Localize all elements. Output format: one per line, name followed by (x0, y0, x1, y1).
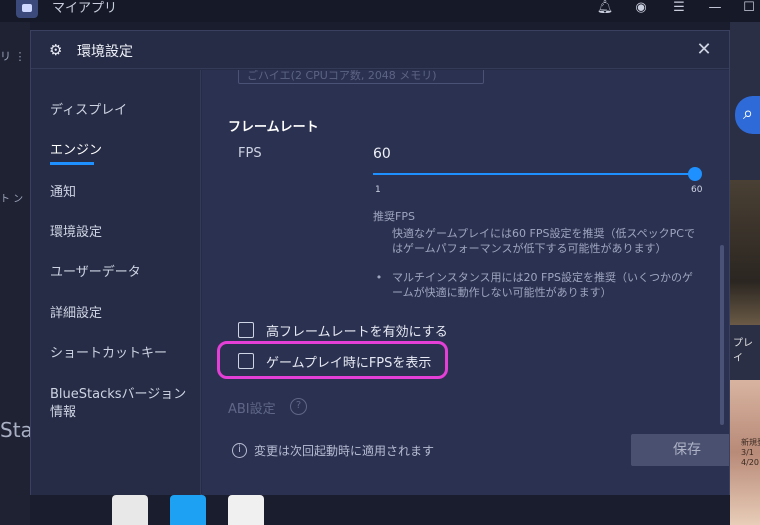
fps-slider-handle[interactable] (688, 167, 702, 181)
background-app-title: マイアプリ (52, 1, 118, 16)
game-thumbnail[interactable] (730, 180, 760, 325)
sidebar-item-advanced[interactable]: 詳細設定 (50, 305, 190, 323)
restart-notice: 変更は次回起動時に適用されます (254, 444, 435, 458)
sidebar-item-preferences[interactable]: 環境設定 (50, 224, 190, 242)
dialog-header: ⚙ 環境設定 ✕ (31, 31, 729, 69)
game-thumbnail-label: プレイ (733, 338, 753, 364)
performance-select[interactable]: ごハイエ(2 CPUコア数, 2048 メモリ) (238, 70, 484, 84)
fps-slider-min: 1 (375, 185, 381, 195)
bell-icon[interactable]: 🔔︎ (596, 0, 614, 18)
active-tab-indicator (50, 162, 94, 165)
recommended-fps-item-text: マルチインスタンス用には20 FPS設定を推奨（いくつかのゲームが快適に動作しな… (392, 271, 693, 299)
sidebar-item-version[interactable]: BlueStacksバージョン情報 (50, 386, 190, 422)
fps-value: 60 (373, 146, 391, 162)
download-app-icon[interactable] (112, 495, 148, 525)
background-left-text: ト ン (0, 194, 24, 205)
background-left-panel (0, 22, 30, 525)
dialog-title: 環境設定 (77, 44, 133, 60)
settings-dialog: ⚙ 環境設定 ✕ ディスプレイ エンジン 通知 環境設定 ユーザーデータ 詳細設… (30, 30, 730, 495)
maximize-icon[interactable]: ☐ (740, 0, 758, 18)
game-thumbnail-text: 新規登 3/1 4/20 (741, 438, 760, 467)
checkbox-label: 高フレームレートを有効にする (266, 325, 448, 340)
fps-slider-max: 60 (691, 185, 703, 195)
save-button[interactable]: 保存 (631, 434, 729, 466)
engine-settings-panel: ごハイエ(2 CPUコア数, 2048 メモリ) フレームレート FPS 60 … (202, 70, 729, 495)
sidebar-item-engine[interactable]: エンジン (50, 142, 190, 160)
checkbox-box[interactable] (238, 322, 254, 338)
sidebar-item-notifications[interactable]: 通知 (50, 184, 190, 202)
fps-slider-track[interactable] (373, 173, 695, 175)
frame-rate-heading: フレームレート (228, 120, 319, 135)
menu-icon[interactable]: ☰ (670, 0, 688, 18)
sidebar-item-display[interactable]: ディスプレイ (50, 102, 190, 120)
background-left-text: リ ⋮ (0, 50, 26, 63)
app-icon (16, 0, 38, 18)
app-icon[interactable] (228, 495, 264, 525)
recommended-fps-heading: 推奨FPS (373, 210, 415, 223)
minimize-icon[interactable]: — (706, 0, 724, 18)
settings-sidebar: ディスプレイ エンジン 通知 環境設定 ユーザーデータ 詳細設定 ショートカット… (31, 70, 201, 495)
sidebar-item-shortcuts[interactable]: ショートカットキー (50, 345, 190, 363)
sidebar-item-user-data[interactable]: ユーザーデータ (50, 264, 190, 282)
gear-icon: ⚙ (49, 41, 63, 59)
help-icon[interactable]: ? (290, 398, 307, 415)
twitter-app-icon[interactable] (170, 495, 206, 525)
annotation-highlight (217, 341, 448, 379)
recommended-fps-item: • マルチインスタンス用には20 FPS設定を推奨（いくつかのゲームが快適に動作… (370, 270, 702, 300)
account-icon[interactable]: ◉ (632, 0, 650, 18)
info-icon: i (232, 443, 247, 458)
scrollbar[interactable] (720, 245, 724, 425)
abi-settings-label: ABI設定 (228, 402, 276, 417)
bullet: • (375, 271, 383, 284)
close-icon[interactable]: ✕ (693, 39, 715, 61)
recommended-fps-note: 快適なゲームプレイには60 FPS設定を推奨（低スペックPCではゲームパフォーマ… (392, 227, 695, 255)
fps-label: FPS (238, 146, 262, 161)
